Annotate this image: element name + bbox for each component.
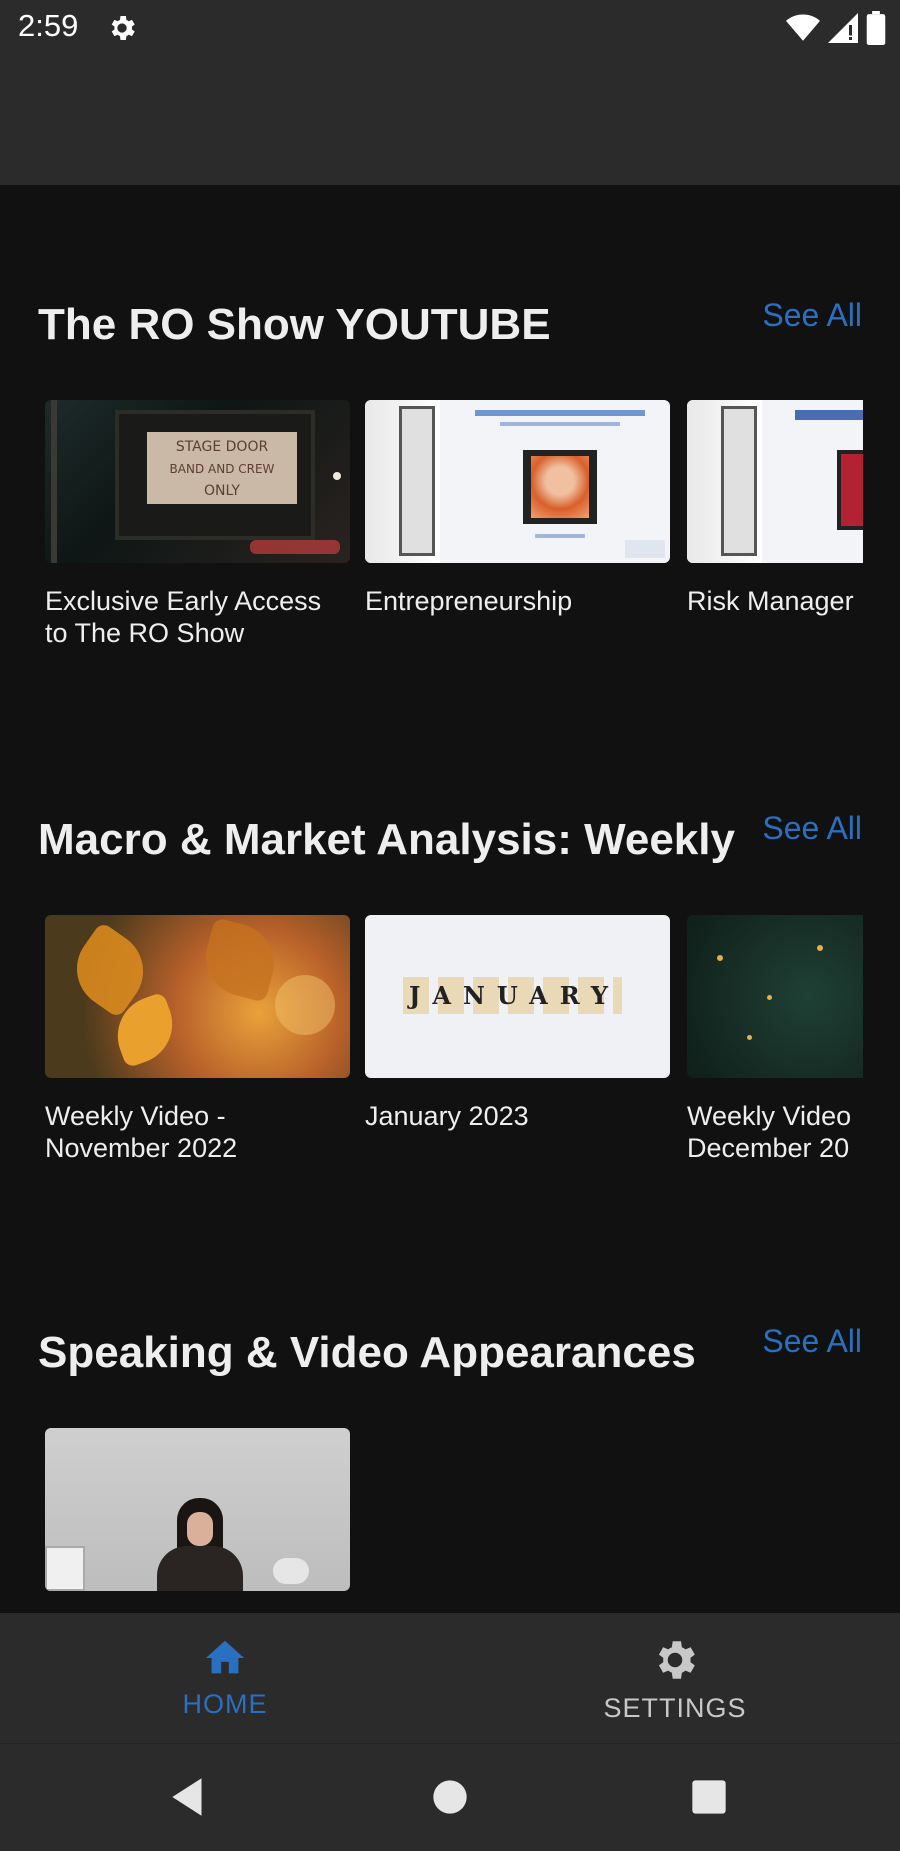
scrabble-tiles: JANUARY [403, 977, 623, 1014]
video-card[interactable]: Risk Manager [687, 400, 863, 617]
status-time: 2:59 [18, 8, 79, 43]
see-all-link[interactable]: See All [762, 1323, 862, 1360]
video-title: Risk Manager [687, 585, 863, 617]
gear-icon [658, 1641, 695, 1679]
video-title-line: Exclusive Early Access [45, 586, 322, 616]
video-card[interactable]: STAGE DOOR BAND AND CREW ONLY Exclusive … [45, 400, 350, 649]
home-circle-icon[interactable] [425, 1772, 475, 1822]
nav-settings[interactable]: SETTINGS [450, 1613, 900, 1743]
video-title: Exclusive Early Access to The RO Show [45, 585, 350, 649]
sign-text-line: ONLY [204, 483, 240, 499]
section-title: Macro & Market Analysis: Weekly [38, 815, 735, 864]
system-navigation-bar [0, 1743, 900, 1851]
section-title: Speaking & Video Appearances [38, 1328, 696, 1377]
back-icon[interactable] [164, 1772, 214, 1822]
signal-icon [828, 13, 858, 43]
see-all-link[interactable]: See All [762, 297, 862, 334]
card-rail[interactable]: Weekly Video - November 2022 JANUARY Jan… [45, 915, 863, 1215]
status-icons [786, 10, 886, 46]
video-card[interactable] [45, 1428, 350, 1591]
video-title: Weekly Video - November 2022 [45, 1100, 350, 1164]
video-thumbnail [687, 915, 863, 1078]
video-thumbnail [365, 400, 670, 563]
nav-settings-label: SETTINGS [603, 1693, 747, 1723]
video-title-line: November 2022 [45, 1133, 238, 1163]
sign-text-line: BAND AND CREW [169, 462, 275, 476]
app-bar [0, 58, 900, 185]
video-title-line: January 2023 [365, 1101, 529, 1131]
video-title: Entrepreneurship [365, 585, 670, 617]
video-title: Weekly Video December 20 [687, 1100, 863, 1164]
battery-icon [866, 11, 886, 45]
section-title: The RO Show YOUTUBE [38, 300, 551, 349]
video-thumbnail: JANUARY [365, 915, 670, 1078]
card-rail[interactable]: STAGE DOOR BAND AND CREW ONLY Exclusive … [45, 400, 863, 700]
video-title-line: Weekly Video - [45, 1101, 226, 1131]
home-content[interactable]: The RO Show YOUTUBE See All STAGE DOOR B… [0, 185, 900, 1613]
video-card[interactable]: Entrepreneurship [365, 400, 670, 617]
gear-icon [111, 16, 135, 40]
home-icon [205, 1640, 245, 1674]
video-thumbnail [45, 1428, 350, 1591]
video-title-line: Entrepreneurship [365, 586, 573, 616]
video-card[interactable]: Weekly Video December 20 [687, 915, 863, 1164]
video-thumbnail [45, 915, 350, 1078]
status-bar: 2:59 [0, 0, 900, 58]
video-card[interactable]: JANUARY January 2023 [365, 915, 670, 1132]
sign-text-line: STAGE DOOR [175, 439, 269, 455]
recents-square-icon[interactable] [684, 1772, 734, 1822]
video-title: January 2023 [365, 1100, 670, 1132]
nav-home-label: HOME [182, 1689, 268, 1719]
video-title-line: Risk Manager [687, 586, 854, 616]
video-card[interactable]: Weekly Video - November 2022 [45, 915, 350, 1164]
video-thumbnail: STAGE DOOR BAND AND CREW ONLY [45, 400, 350, 563]
video-title-line: Weekly Video [687, 1101, 852, 1131]
bottom-navigation: HOME SETTINGS [0, 1613, 900, 1743]
video-title-line: December 20 [687, 1133, 850, 1163]
video-title-line: to The RO Show [45, 618, 245, 648]
see-all-link[interactable]: See All [762, 810, 862, 847]
nav-home[interactable]: HOME [0, 1613, 450, 1743]
wifi-icon [786, 14, 820, 41]
card-rail[interactable] [45, 1428, 863, 1613]
video-thumbnail [687, 400, 863, 563]
